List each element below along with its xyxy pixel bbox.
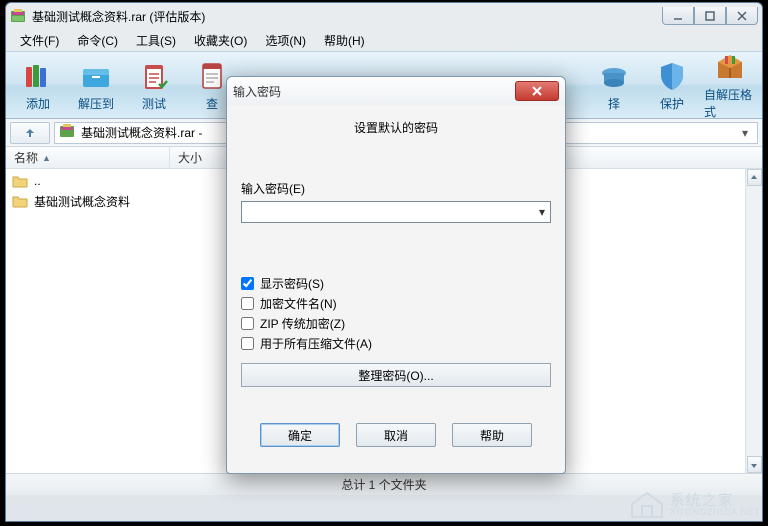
list-row-up-label: .. [34, 174, 41, 188]
dialog-close-button[interactable] [515, 81, 559, 101]
window-buttons [662, 7, 758, 25]
toolbar-add-label: 添加 [26, 95, 50, 112]
folder-up-icon [12, 173, 28, 189]
help-button[interactable]: 帮助 [452, 423, 532, 447]
status-text: 总计 1 个文件夹 [341, 476, 426, 493]
archive-icon [59, 123, 75, 142]
up-button[interactable] [10, 122, 50, 144]
watermark: 系统之家 XITONGZHIJIA.NET [630, 490, 760, 520]
zip-legacy-checkbox[interactable] [241, 317, 254, 330]
menubar: 文件(F) 命令(C) 工具(S) 收藏夹(O) 选项(N) 帮助(H) [6, 29, 762, 51]
organize-passwords-button[interactable]: 整理密码(O)... [241, 363, 551, 387]
encrypt-names-checkbox[interactable] [241, 297, 254, 310]
show-password-checkbox[interactable] [241, 277, 254, 290]
dialog-title: 输入密码 [233, 83, 515, 100]
app-icon [10, 8, 26, 24]
books-icon [21, 59, 55, 93]
for-all-checkbox[interactable] [241, 337, 254, 350]
toolbar-test-label: 测试 [142, 95, 166, 112]
clipboard-icon [137, 59, 171, 93]
password-label: 输入密码(E) [241, 180, 551, 197]
toolbar-sfx[interactable]: 自解压格式 [704, 54, 756, 116]
toolbar-protect[interactable]: 保护 [646, 54, 698, 116]
dialog-titlebar: 输入密码 [227, 77, 565, 105]
window-title: 基础测试概念资料.rar (评估版本) [32, 8, 662, 25]
col-name[interactable]: 名称▲ [6, 147, 170, 168]
shield-icon [655, 59, 689, 93]
scroll-up-button[interactable] [747, 169, 762, 186]
toolbar-test[interactable]: 测试 [128, 54, 180, 116]
folder-icon [12, 193, 28, 209]
menu-favorites[interactable]: 收藏夹(O) [188, 30, 253, 51]
minimize-button[interactable] [662, 7, 694, 25]
for-all-option[interactable]: 用于所有压缩文件(A) [241, 333, 551, 353]
password-dropdown-icon[interactable]: ▾ [534, 202, 550, 222]
watermark-text-2: XITONGZHIJIA.NET [670, 508, 760, 517]
drawer-icon [79, 59, 113, 93]
toolbar-add[interactable]: 添加 [12, 54, 64, 116]
scrollbar[interactable] [745, 169, 762, 473]
menu-help[interactable]: 帮助(H) [318, 30, 371, 51]
zip-legacy-option[interactable]: ZIP 传统加密(Z) [241, 313, 551, 333]
package-icon [713, 50, 747, 84]
watermark-logo-icon [630, 490, 664, 520]
toolbar-view-label: 查 [206, 95, 218, 112]
scroll-down-button[interactable] [747, 456, 762, 473]
toolbar-sfx-label: 自解压格式 [704, 86, 756, 120]
password-input[interactable] [242, 202, 534, 222]
menu-tools[interactable]: 工具(S) [130, 30, 182, 51]
password-field[interactable]: ▾ [241, 201, 551, 223]
ok-button[interactable]: 确定 [260, 423, 340, 447]
encrypt-names-option[interactable]: 加密文件名(N) [241, 293, 551, 313]
list-row-folder-label: 基础测试概念资料 [34, 193, 130, 210]
toolbar-opt[interactable]: 择 [588, 54, 640, 116]
show-password-option[interactable]: 显示密码(S) [241, 273, 551, 293]
close-button[interactable] [726, 7, 758, 25]
col-size[interactable]: 大小 [170, 147, 230, 168]
watermark-text-1: 系统之家 [670, 493, 760, 508]
menu-file[interactable]: 文件(F) [14, 30, 65, 51]
toolbar-protect-label: 保护 [660, 95, 684, 112]
menu-command[interactable]: 命令(C) [71, 30, 124, 51]
menu-options[interactable]: 选项(N) [259, 30, 312, 51]
toolbar-extract-label: 解压到 [78, 95, 114, 112]
titlebar: 基础测试概念资料.rar (评估版本) [6, 3, 762, 29]
chevron-down-icon[interactable]: ▾ [737, 126, 753, 140]
maximize-button[interactable] [694, 7, 726, 25]
sort-asc-icon: ▲ [42, 153, 51, 163]
cancel-button[interactable]: 取消 [356, 423, 436, 447]
toolbar-extract[interactable]: 解压到 [70, 54, 122, 116]
notebook-icon [195, 59, 229, 93]
address-text: 基础测试概念资料.rar - [81, 124, 202, 141]
toolbar-opt-label: 择 [608, 95, 620, 112]
password-dialog: 输入密码 设置默认的密码 输入密码(E) ▾ 显示密码(S) 加密文件名(N) … [226, 76, 566, 474]
dialog-subtitle: 设置默认的密码 [241, 119, 551, 136]
cap-icon [597, 59, 631, 93]
